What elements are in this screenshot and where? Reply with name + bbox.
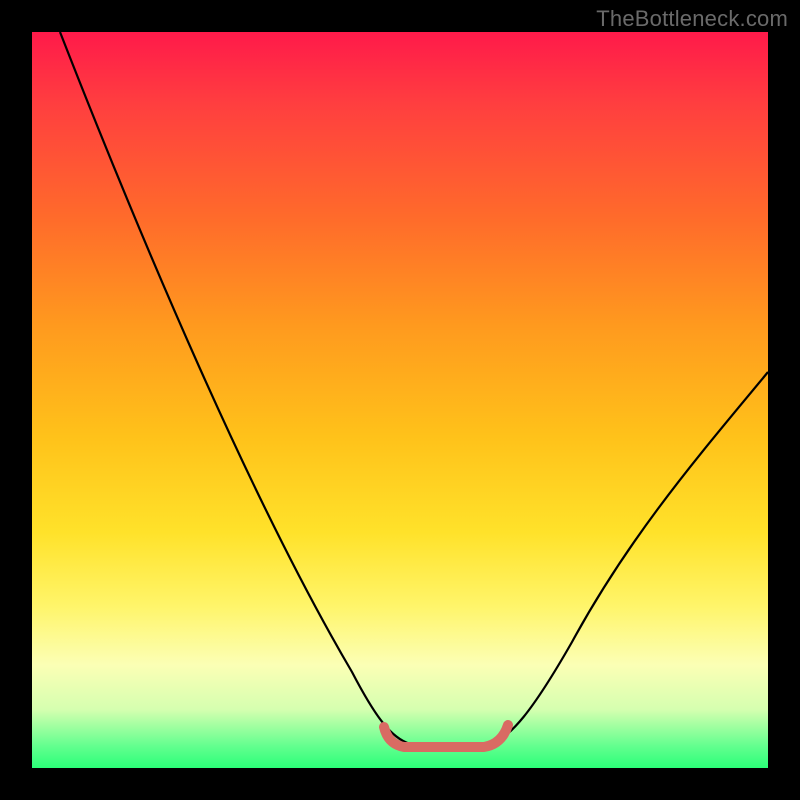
plot-area (32, 32, 768, 768)
watermark-text: TheBottleneck.com (596, 6, 788, 32)
bottleneck-curve (60, 32, 768, 748)
chart-svg (32, 32, 768, 768)
optimal-range-marker (384, 725, 508, 747)
chart-frame: TheBottleneck.com (0, 0, 800, 800)
